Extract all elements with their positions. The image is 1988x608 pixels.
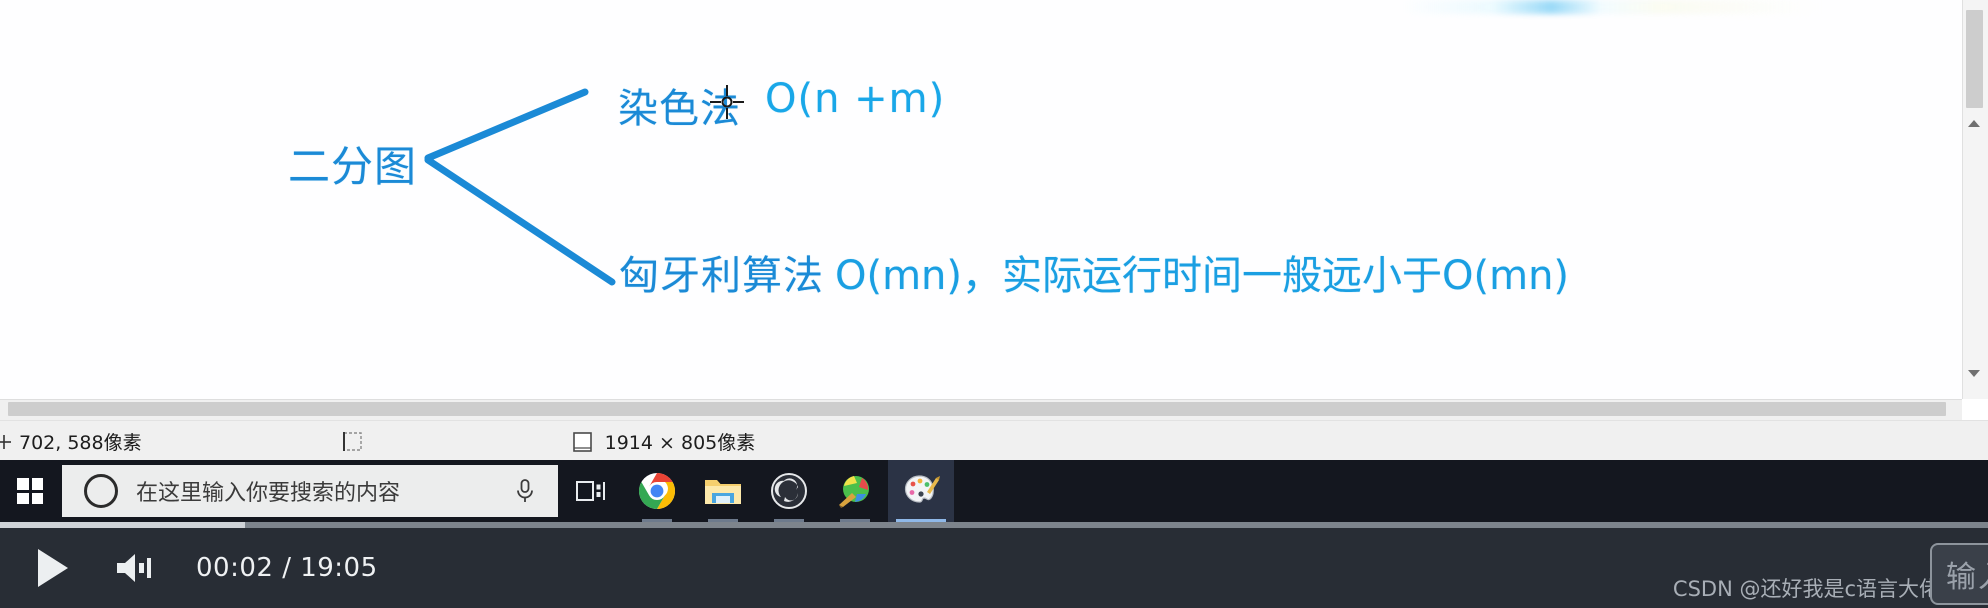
windows-taskbar: 在这里输入你要搜索的内容 bbox=[0, 460, 1988, 522]
scroll-up-arrow-icon[interactable] bbox=[1968, 120, 1980, 127]
taskbar-item-chrome[interactable] bbox=[624, 460, 690, 522]
search-input-placeholder[interactable]: 在这里输入你要搜索的内容 bbox=[136, 475, 514, 507]
image-size-icon bbox=[571, 429, 596, 454]
cursor-position-icon bbox=[0, 433, 12, 449]
taskbar-item-earth-app[interactable] bbox=[822, 460, 888, 522]
bipartite-graph-branch-diagram bbox=[424, 88, 616, 286]
ime-input-label: 输入 bbox=[1946, 560, 1988, 595]
taskbar-item-task-view[interactable] bbox=[558, 460, 624, 522]
taskbar-item-obs-studio[interactable] bbox=[756, 460, 822, 522]
status-image-size-group: 1914 × 805像素 bbox=[571, 428, 756, 455]
microphone-icon[interactable] bbox=[514, 478, 536, 504]
status-cursor-position-group: 702, 588像素 bbox=[0, 428, 142, 455]
paint-status-bar: 702, 588像素 1914 × 805像素 bbox=[0, 420, 1988, 461]
cortana-circle-icon bbox=[84, 474, 118, 508]
cursor-position-text: 702, 588像素 bbox=[19, 431, 142, 454]
ime-input-overlay[interactable]: 输入 bbox=[1930, 543, 1988, 605]
play-button[interactable] bbox=[38, 549, 68, 587]
image-size-text: 1914 × 805像素 bbox=[604, 431, 756, 454]
start-button[interactable] bbox=[0, 460, 60, 522]
canvas-vertical-scrollbar-thumb[interactable] bbox=[1966, 10, 1983, 108]
chrome-icon bbox=[638, 473, 676, 509]
diagram-branch-1-complexity: O(mn)，实际运行时间一般远小于O(mn) bbox=[835, 253, 1570, 299]
diagram-root-label: 二分图 bbox=[288, 142, 418, 191]
volume-icon bbox=[117, 554, 151, 582]
diagram-branch-0-label: 染色法 bbox=[618, 86, 741, 132]
canvas-horizontal-scrollbar-thumb[interactable] bbox=[8, 402, 1946, 416]
selection-size-icon bbox=[340, 428, 366, 454]
diagram-branch-0-complexity: O(n +m) bbox=[765, 76, 946, 122]
diagram-branch-1-label: 匈牙利算法 bbox=[619, 253, 824, 299]
taskbar-app-icons bbox=[558, 460, 954, 522]
taskbar-search-box[interactable]: 在这里输入你要搜索的内容 bbox=[62, 465, 558, 517]
canvas-paper[interactable]: 二分图 染色法 O(n +m) 匈牙利算法 O(mn)，实际运行时间一般远小于O… bbox=[0, 0, 1962, 410]
paint-icon bbox=[904, 475, 940, 503]
earth-app-icon bbox=[839, 476, 869, 508]
obs-studio-icon bbox=[771, 473, 807, 509]
status-selection-size-group bbox=[340, 428, 366, 454]
folder-icon bbox=[705, 480, 741, 504]
screen-root: 二分图 染色法 O(n +m) 匈牙利算法 O(mn)，实际运行时间一般远小于O… bbox=[0, 0, 1988, 608]
video-time-display: 00:02 / 19:05 bbox=[196, 553, 378, 583]
taskbar-item-file-explorer[interactable] bbox=[690, 460, 756, 522]
scroll-down-arrow-icon[interactable] bbox=[1968, 370, 1980, 377]
taskbar-item-paint[interactable] bbox=[888, 460, 954, 522]
paint-canvas-area[interactable]: 二分图 染色法 O(n +m) 匈牙利算法 O(mn)，实际运行时间一般远小于O… bbox=[0, 0, 1988, 410]
windows-logo-icon bbox=[17, 478, 43, 504]
task-view-icon bbox=[576, 481, 605, 501]
volume-button[interactable] bbox=[114, 550, 160, 586]
csdn-watermark: CSDN @还好我是c语言大佬 bbox=[1672, 577, 1940, 601]
